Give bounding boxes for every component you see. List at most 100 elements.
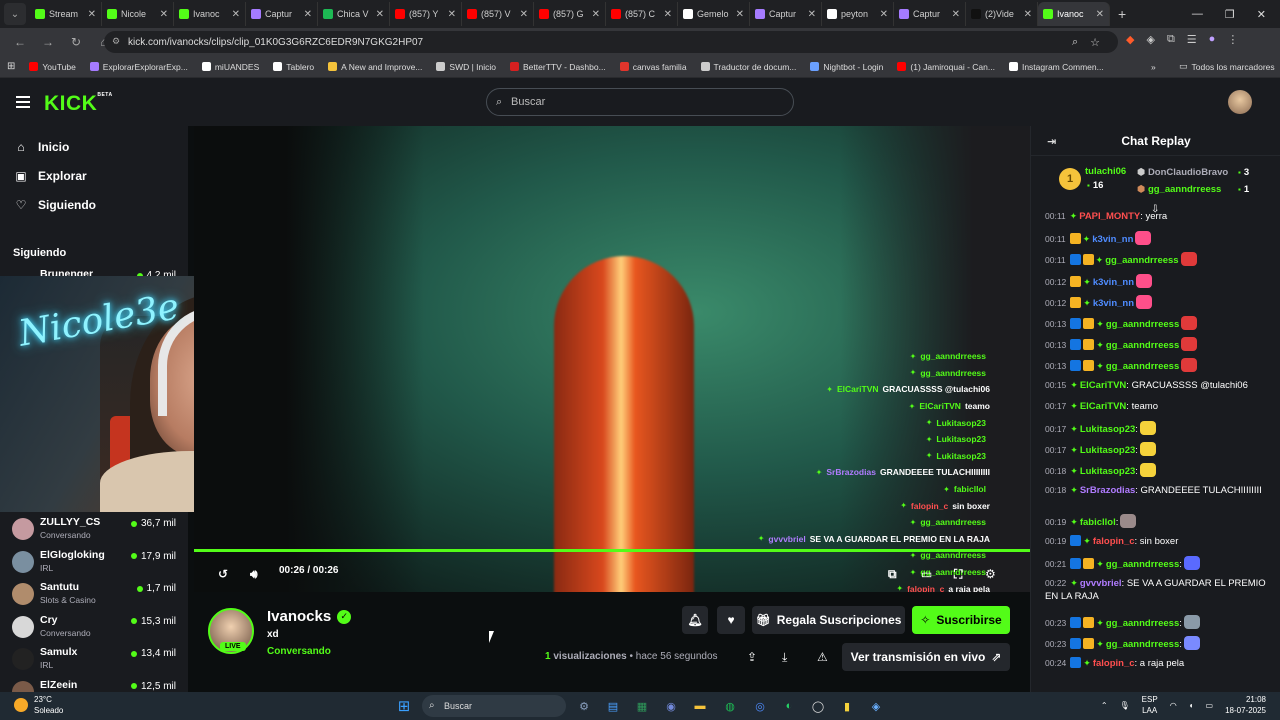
- zoom-icon[interactable]: ⌕: [1072, 36, 1078, 49]
- tab-search-button[interactable]: ⌄: [4, 3, 26, 25]
- browser-tab[interactable]: (857) G ✕: [534, 2, 606, 26]
- minimize-icon[interactable]: —: [1192, 8, 1203, 20]
- browser-tab[interactable]: (857) C ✕: [606, 2, 678, 26]
- tab-close-icon[interactable]: ✕: [88, 9, 96, 20]
- watch-live-button[interactable]: Ver transmisión en vivo ⇗: [842, 643, 1010, 671]
- browser-tab[interactable]: Gemelo ✕: [678, 2, 750, 26]
- profile-icon[interactable]: ●: [1209, 33, 1216, 46]
- sidebar-nav-siguiendo[interactable]: ♡ Siguiendo: [14, 198, 96, 212]
- tab-close-icon[interactable]: ✕: [160, 9, 168, 20]
- settings-app-icon[interactable]: ⚙: [574, 696, 594, 716]
- msg-user[interactable]: ElCariTVN: [1080, 380, 1126, 391]
- extension-fox-icon[interactable]: ◆: [1126, 33, 1134, 46]
- tab-close-icon[interactable]: ✕: [880, 9, 888, 20]
- kick-logo[interactable]: KICKBETA: [44, 92, 113, 116]
- browser-tab[interactable]: (857) Y ✕: [390, 2, 462, 26]
- tab-close-icon[interactable]: ✕: [592, 9, 600, 20]
- sidebar-follow-item[interactable]: Samulx IRL 13,4 mil: [12, 644, 176, 674]
- spotify-icon[interactable]: ◍: [720, 696, 740, 716]
- msg-user[interactable]: gg_aanndrreess: [1106, 639, 1179, 650]
- msg-user[interactable]: falopin_c: [1093, 536, 1135, 547]
- discord-icon[interactable]: ◉: [661, 696, 681, 716]
- sidebar-follow-item[interactable]: ElGlogloking IRL 17,9 mil: [12, 547, 176, 577]
- microphone-icon[interactable]: 🎙︎: [1120, 701, 1130, 710]
- share-icon[interactable]: ⇪: [747, 650, 757, 664]
- tab-close-icon[interactable]: ✕: [736, 9, 744, 20]
- msg-user[interactable]: gg_aanndrreess: [1106, 618, 1179, 629]
- browser-tab[interactable]: (857) V ✕: [462, 2, 534, 26]
- browser-tab[interactable]: Nicole ✕: [102, 2, 174, 26]
- video-player[interactable]: ✦ gg_aanndrreess ✦ gg_aanndrreess ✦ ElCariTVN…: [194, 126, 1030, 592]
- browser-tab[interactable]: Captur ✕: [246, 2, 318, 26]
- speaker-icon[interactable]: ◖: [1189, 701, 1194, 710]
- steam-icon[interactable]: ◈: [866, 696, 886, 716]
- msg-user[interactable]: fabicllol: [1080, 517, 1116, 528]
- msg-user[interactable]: gg_aanndrreess: [1106, 319, 1179, 330]
- bookmark-item[interactable]: (1) Jamiroquai - Can...: [890, 62, 1002, 72]
- bookmark-item[interactable]: YouTube: [22, 62, 82, 72]
- subscribe-button[interactable]: ✧ Suscribirse: [912, 606, 1010, 634]
- forward-icon[interactable]: →: [36, 35, 60, 49]
- msg-user[interactable]: gg_aanndrreess: [1106, 559, 1179, 570]
- tab-close-icon[interactable]: ✕: [808, 9, 816, 20]
- windows-start-icon[interactable]: ⊞: [394, 696, 414, 716]
- progress-bar[interactable]: [194, 549, 1030, 552]
- notepad-icon[interactable]: ▤: [603, 696, 623, 716]
- extension-shield-icon[interactable]: ◈: [1146, 33, 1154, 46]
- msg-user[interactable]: ElCariTVN: [1080, 401, 1126, 412]
- tab-close-icon[interactable]: ✕: [376, 9, 384, 20]
- msg-user[interactable]: gg_aanndrreess: [1105, 255, 1178, 266]
- bookmark-item[interactable]: A New and Improve...: [321, 62, 429, 72]
- msg-user[interactable]: SrBrazodias: [1080, 485, 1135, 496]
- bookmark-item[interactable]: Nightbot - Login: [803, 62, 890, 72]
- settings-icon[interactable]: ⚙: [985, 567, 996, 581]
- browser-tab[interactable]: Stream ✕: [30, 2, 102, 26]
- chrome-icon[interactable]: ◎: [750, 696, 770, 716]
- reading-list-icon[interactable]: ☰: [1187, 33, 1197, 46]
- tab-close-icon[interactable]: ✕: [952, 9, 960, 20]
- msg-user[interactable]: gvvvbriel: [1080, 578, 1122, 589]
- scroll-down-icon[interactable]: ⇩: [1151, 204, 1159, 215]
- extensions-puzzle-icon[interactable]: ⧉: [1167, 33, 1175, 46]
- browser-tab[interactable]: peyton ✕: [822, 2, 894, 26]
- msg-user[interactable]: falopin_c: [1093, 658, 1135, 669]
- browser-tab[interactable]: Ivanoc ✕: [1038, 2, 1110, 26]
- wifi-icon[interactable]: ◠: [1170, 701, 1177, 710]
- language-indicator[interactable]: ESP LAA: [1142, 694, 1158, 716]
- tab-close-icon[interactable]: ✕: [448, 9, 456, 20]
- taskbar-search[interactable]: ⌕ Buscar: [422, 695, 566, 717]
- apps-grid-icon[interactable]: ⊞: [0, 61, 22, 72]
- all-bookmarks[interactable]: ▭ Todos los marcadores: [1172, 61, 1280, 72]
- fullscreen-icon[interactable]: ⛶: [954, 567, 962, 582]
- menu-toggle-icon[interactable]: [16, 96, 30, 108]
- theater-icon[interactable]: ▭: [921, 567, 932, 581]
- back-icon[interactable]: ←: [8, 35, 32, 49]
- sidebar-nav-inicio[interactable]: ⌂ Inicio: [14, 140, 69, 154]
- replay-icon[interactable]: ↺: [218, 567, 228, 581]
- tab-close-icon[interactable]: ✕: [1096, 9, 1104, 20]
- bookmark-item[interactable]: SWD | Inicio: [429, 62, 503, 72]
- msg-user[interactable]: Lukitasop23: [1080, 445, 1135, 456]
- close-window-icon[interactable]: ✕: [1257, 8, 1266, 21]
- sidebar-follow-item[interactable]: ZULLYY_CS Conversando 36,7 mil: [12, 514, 176, 544]
- msg-user[interactable]: Lukitasop23: [1080, 466, 1135, 477]
- msg-user[interactable]: PAPI_MONTY: [1079, 211, 1140, 222]
- sidebar-follow-item[interactable]: Santutu Slots & Casino 1,7 mil: [12, 579, 176, 609]
- msg-user[interactable]: k3vin_nn: [1093, 298, 1134, 309]
- browser-tab[interactable]: Chica V ✕: [318, 2, 390, 26]
- new-tab-button[interactable]: +: [1118, 6, 1126, 22]
- site-search-input[interactable]: ⌕ Buscar: [486, 88, 794, 116]
- app-circle-icon[interactable]: ◯: [808, 696, 828, 716]
- url-field[interactable]: ⚙ kick.com/ivanocks/clips/clip_01K0G3G6R…: [104, 31, 1118, 53]
- restore-icon[interactable]: ❐: [1225, 8, 1235, 21]
- bookmark-item[interactable]: ExplorarExplorarExp...: [83, 62, 195, 72]
- collapse-chat-icon[interactable]: ⇥: [1047, 135, 1056, 148]
- msg-user[interactable]: gg_aanndrreess: [1106, 340, 1179, 351]
- tab-close-icon[interactable]: ✕: [520, 9, 528, 20]
- site-info-icon[interactable]: ⚙: [112, 36, 122, 47]
- bookmark-item[interactable]: canvas familia: [613, 62, 694, 72]
- bookmark-star-icon[interactable]: ☆: [1090, 36, 1100, 49]
- msg-user[interactable]: gg_aanndrreess: [1106, 361, 1179, 372]
- reload-icon[interactable]: ↻: [64, 35, 88, 49]
- report-icon[interactable]: ⚠: [817, 650, 828, 664]
